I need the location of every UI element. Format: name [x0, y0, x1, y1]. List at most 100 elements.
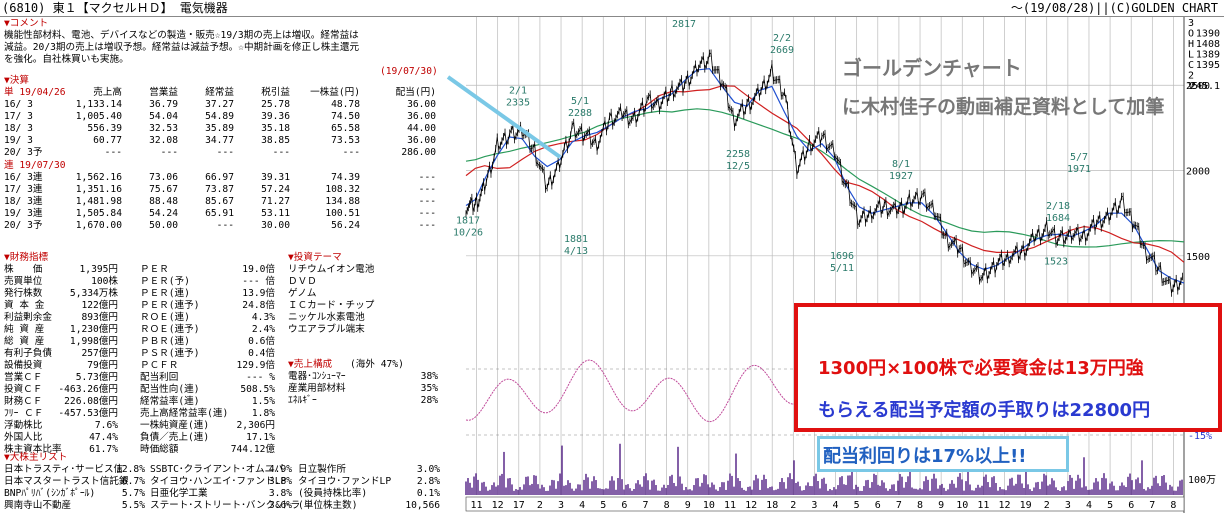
ohlc-label: C: [1188, 60, 1194, 71]
x-tick-label: 11: [977, 500, 989, 511]
x-axis-band: [465, 496, 1185, 512]
ohlc-label: O: [1188, 29, 1194, 40]
x-tick-label: 10: [956, 500, 968, 511]
kessan-ren-cell: 57.24: [261, 184, 290, 195]
zaimu-label: 財務ＣＦ: [4, 396, 43, 407]
x-tick-label: 8: [1170, 500, 1176, 511]
peak-date-label: 10/25: [669, 17, 699, 18]
zaimu-label: 営業ＣＦ: [4, 372, 43, 383]
kabunushi-pct: 6.7%: [121, 476, 145, 487]
zaimu-label: ＰＥＲ(予): [140, 276, 190, 287]
x-tick-label: 7: [642, 500, 648, 511]
kessan-cell: 36.00: [407, 135, 436, 146]
kosei-label: 産業用部材料: [288, 383, 346, 394]
kessan-ren-cell: 54.24: [149, 208, 178, 219]
kessan-ren-cell: 56.24: [331, 220, 360, 231]
x-tick-label: 4: [579, 500, 585, 511]
kessan-header-cell: 一株益(円): [310, 87, 360, 98]
kessan-ren-cell: 88.48: [149, 196, 178, 207]
kessan-ren-cell: ---: [418, 184, 436, 195]
x-tick-label: 6: [621, 500, 627, 511]
kessan-title: ▼決算: [4, 75, 29, 86]
kessan-cell: 54.04: [149, 111, 178, 122]
x-tick-label: 2: [537, 500, 543, 511]
ohlc-value: 1390: [1196, 29, 1220, 40]
kessan-cell: 54.89: [205, 111, 234, 122]
kessan-cell: 32.08: [149, 135, 178, 146]
kessan-header-cell: 売上高: [93, 87, 122, 98]
kessan-cell: 38.85: [261, 135, 290, 146]
kessan-cell: 286.00: [401, 147, 436, 158]
kabunushi-name: 日立製作所: [298, 464, 346, 475]
zaimu-value: 17.1%: [246, 432, 275, 443]
zaimu-value: 1.8%: [251, 408, 275, 419]
kessan-cell: ---: [216, 147, 234, 158]
zaimu-value: 13.9倍: [242, 288, 275, 299]
kessan-cell: 17/ 3: [4, 111, 33, 122]
box-line-3: 配当利回りは17%以上!!: [823, 446, 1027, 467]
zaimu-value: 0.4倍: [248, 348, 275, 359]
zaimu-label: ＰＥＲ(連): [140, 288, 190, 299]
zaimu-value: 508.5%: [240, 384, 275, 395]
kessan-ren-cell: 71.27: [261, 196, 290, 207]
x-tick-label: 8: [917, 500, 923, 511]
zaimu-value: 2.4%: [251, 324, 275, 335]
peak-value-label: 1971: [1067, 164, 1091, 175]
kabunushi-name: タイヨウ･ハンエイ･ファンドLP: [150, 476, 287, 487]
kessan-cell: 19/ 3: [4, 135, 33, 146]
peak-date-label: 2/18: [1046, 201, 1070, 212]
kessan-cell: 36.79: [149, 99, 178, 110]
zaimu-label: ＰＣＦＲ: [140, 360, 179, 371]
kessan-header-cell: 単 19/04/26: [4, 87, 66, 98]
price-tick-label: 2000: [1186, 167, 1210, 178]
kessan-ren-cell: 18/ 3連: [4, 196, 43, 207]
zaimu-value: 5.73億円: [75, 372, 118, 383]
kessan-cell: 73.53: [331, 135, 360, 146]
kessan-cell: 74.50: [331, 111, 360, 122]
kessan-cell: 34.77: [205, 135, 234, 146]
kosei-label: ｴﾈﾙｷﾞｰ: [288, 395, 317, 406]
info-panel: ▼コメント 機能性部材料、電池、デバイスなどの製造・販売☆19/3期の売上は増収…: [0, 17, 446, 513]
zaimu-label: 純 資 産: [4, 324, 45, 335]
x-tick-label: 3: [558, 500, 564, 511]
trough-value-label: 1523: [1044, 256, 1068, 267]
x-tick-label: 5: [1107, 500, 1113, 511]
kabunushi-pct: 4.9%: [268, 464, 292, 475]
zaimu-label: 配当利回: [140, 372, 179, 383]
kessan-header-cell: 営業益: [149, 87, 178, 98]
x-tick-label: 7: [1149, 500, 1155, 511]
zaimu-label: 一株純資産(連): [140, 420, 210, 431]
x-tick-label: 5: [854, 500, 860, 511]
zaimu-label: 有利子負債: [4, 348, 52, 359]
kessan-cell: 1,133.14: [75, 99, 122, 110]
kessan-ren-cell: ---: [418, 208, 436, 219]
peak-value-label: 2335: [506, 98, 530, 109]
osc-label: -15%: [1188, 431, 1212, 442]
x-tick-label: 7: [896, 500, 902, 511]
zaimu-value: 1.5%: [251, 396, 275, 407]
kessan-ren-cell: 100.51: [325, 208, 360, 219]
kabunushi-pct: 2.8%: [416, 476, 440, 487]
x-tick-label: 11: [471, 500, 483, 511]
kessan-ren-cell: 73.06: [149, 172, 178, 183]
zaimu-value: 226.08億円: [64, 396, 118, 407]
kosei-value: 28%: [420, 395, 438, 406]
zaimu-label: 総 資 産: [4, 336, 45, 347]
ohlc-label: L: [1188, 50, 1194, 61]
theme-item: ゲノム: [288, 288, 317, 299]
zaimu-value: 79億円: [87, 360, 118, 371]
zaimu-value: 7.6%: [94, 420, 118, 431]
x-tick-label: 9: [685, 500, 691, 511]
x-tick-label: 19: [1020, 500, 1032, 511]
kosei-sub: (海外 47%): [350, 359, 404, 370]
zaimu-label: ＰＥＲ: [140, 264, 169, 275]
kessan-cell: 37.27: [205, 99, 234, 110]
peak-value-label: 2817: [672, 19, 696, 30]
kessan-cell: 32.53: [149, 123, 178, 134]
peak-date-label: 5/1: [571, 96, 589, 107]
zaimu-value: 5,334万株: [69, 288, 118, 299]
kabunushi-name: (単位株主数): [298, 500, 358, 511]
kessan-ren-cell: 53.11: [261, 208, 290, 219]
kessan-header-cell: 経常益: [205, 87, 234, 98]
kessan-cell: 44.00: [407, 123, 436, 134]
